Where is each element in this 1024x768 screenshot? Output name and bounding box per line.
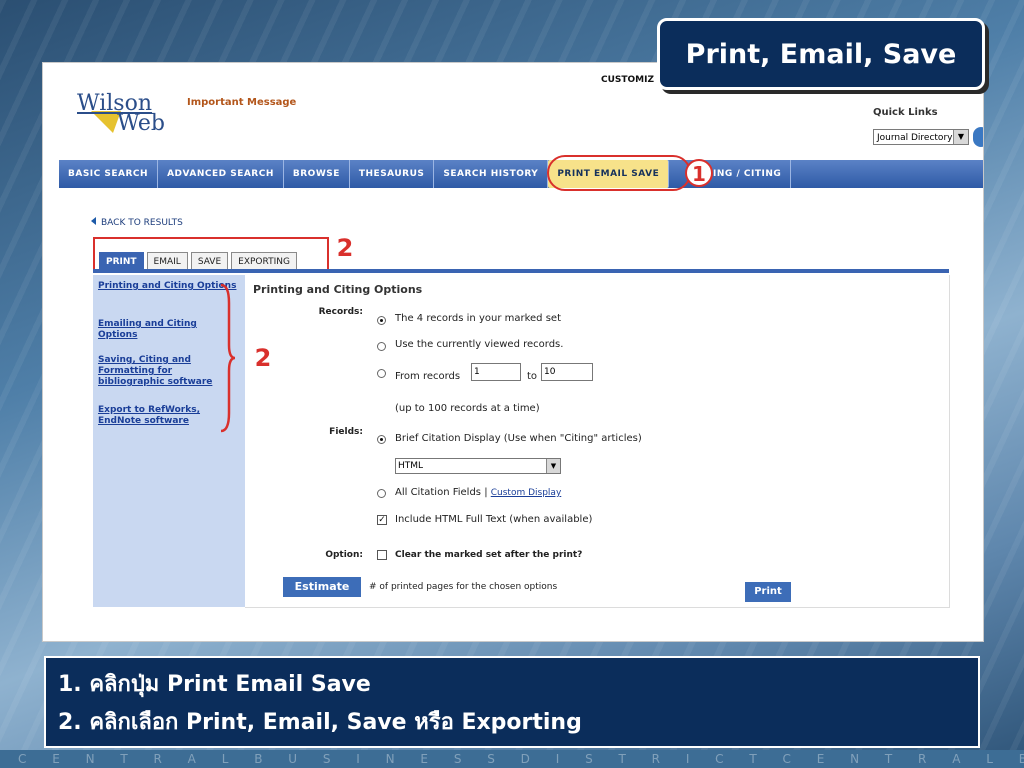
quick-links-select[interactable]: Journal Directory ▼ <box>873 129 969 145</box>
chevron-down-icon: ▼ <box>953 130 968 144</box>
print-email-save-highlight <box>547 155 691 191</box>
radio-from-records[interactable] <box>377 369 386 378</box>
main-nav: BASIC SEARCH ADVANCED SEARCH BROWSE THES… <box>59 160 983 188</box>
quick-links-value: Journal Directory <box>877 133 953 143</box>
sidebar-link-printing[interactable]: Printing and Citing Options <box>98 281 238 292</box>
print-button[interactable]: Print <box>745 582 791 602</box>
estimate-note: # of printed pages for the chosen option… <box>369 582 558 592</box>
records-label: Records: <box>318 307 363 317</box>
brace-annotation <box>220 283 235 433</box>
nav-search-history[interactable]: SEARCH HISTORY <box>434 160 549 188</box>
panel-title: Printing and Citing Options <box>253 283 423 296</box>
records-option-marked-set: The 4 records in your marked set <box>395 313 561 324</box>
slide-title: Print, Email, Save <box>657 18 985 90</box>
back-to-results-label: BACK TO RESULTS <box>101 218 183 228</box>
nav-browse[interactable]: BROWSE <box>284 160 350 188</box>
print-options-panel: Printing and Citing Options Records: The… <box>245 275 950 608</box>
customize-link[interactable]: CUSTOMIZ <box>601 75 654 85</box>
nav-basic-search[interactable]: BASIC SEARCH <box>59 160 159 188</box>
option-label: Option: <box>325 550 363 560</box>
citation-format-select[interactable]: HTML ▼ <box>395 458 561 474</box>
fields-option-all-label: All Citation Fields | <box>395 487 488 498</box>
records-option-current: Use the currently viewed records. <box>395 339 564 350</box>
include-fulltext-label: Include HTML Full Text (when available) <box>395 514 593 525</box>
tabs-highlight-box <box>93 237 329 273</box>
radio-current-records[interactable] <box>377 342 386 351</box>
sidebar-link-export[interactable]: Export to RefWorks, EndNote software <box>98 405 238 427</box>
fields-option-brief: Brief Citation Display (Use when "Citing… <box>395 433 642 444</box>
caption-line-2: 2. คลิกเลือก Print, Email, Save หรือ Exp… <box>58 710 582 735</box>
nav-advanced-search[interactable]: ADVANCED SEARCH <box>158 160 284 188</box>
go-button[interactable] <box>973 127 983 147</box>
records-to-input[interactable]: 10 <box>541 363 593 381</box>
quick-links-label: Quick Links <box>873 107 938 118</box>
marker-1: 1 <box>685 159 713 187</box>
radio-brief-citation[interactable] <box>377 435 386 444</box>
tab-underline <box>93 269 949 273</box>
radio-all-citation-fields[interactable] <box>377 489 386 498</box>
nav-thesaurus[interactable]: THESAURUS <box>350 160 435 188</box>
sidebar-link-saving[interactable]: Saving, Citing and Formatting for biblio… <box>98 355 238 388</box>
records-option-from: From records <box>395 371 461 382</box>
fields-option-all: All Citation Fields | Custom Display <box>395 487 561 498</box>
instruction-caption: 1. คลิกปุ่ม Print Email Save 2. คลิกเลือ… <box>44 656 980 748</box>
records-to-label: to <box>527 371 538 382</box>
include-fulltext-checkbox[interactable]: ✓ <box>377 515 387 525</box>
clear-marked-set-checkbox[interactable] <box>377 550 387 560</box>
back-arrow-icon <box>91 217 96 225</box>
clear-marked-set-label: Clear the marked set after the print? <box>395 550 583 560</box>
bottom-decorative-strip: C E N T R A L B U S I N E S S D I S T R … <box>0 750 1024 768</box>
citation-format-value: HTML <box>398 461 424 471</box>
chevron-down-icon: ▼ <box>546 459 560 473</box>
caption-line-1: 1. คลิกปุ่ม Print Email Save <box>58 672 371 697</box>
radio-marked-set[interactable] <box>377 316 386 325</box>
wilsonweb-screenshot: Wilson Web Important Message CUSTOMIZ Qu… <box>42 62 984 642</box>
marker-2-tabs: 2 <box>336 234 354 262</box>
back-to-results-link[interactable]: BACK TO RESULTS <box>91 217 183 228</box>
records-from-input[interactable]: 1 <box>471 363 521 381</box>
logo-web-text: Web <box>117 111 165 136</box>
fields-label: Fields: <box>329 427 363 437</box>
estimate-button[interactable]: Estimate <box>283 577 361 597</box>
custom-display-link[interactable]: Custom Display <box>491 488 562 498</box>
wilsonweb-logo: Wilson Web <box>77 91 167 141</box>
important-message-link[interactable]: Important Message <box>187 97 296 108</box>
sidebar-link-emailing[interactable]: Emailing and Citing Options <box>98 319 238 341</box>
records-note: (up to 100 records at a time) <box>395 403 540 414</box>
